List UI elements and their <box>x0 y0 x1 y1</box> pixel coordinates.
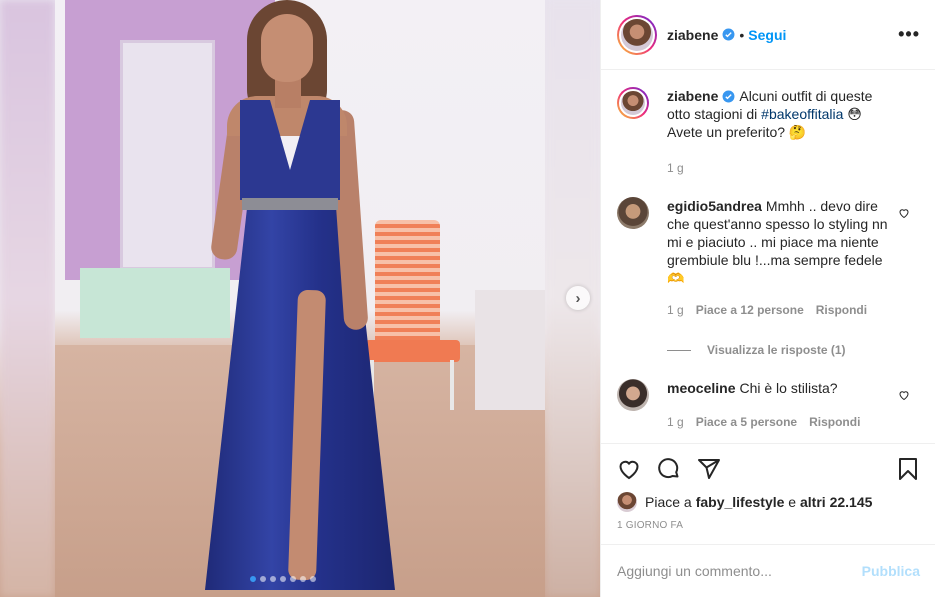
post-photo[interactable] <box>55 0 545 597</box>
comment-time[interactable]: 1 g <box>667 413 684 431</box>
post-comment-button[interactable]: Pubblica <box>862 563 920 579</box>
comment-bubble-icon[interactable] <box>657 457 681 481</box>
like-heart-icon[interactable] <box>617 457 641 481</box>
comment-input[interactable] <box>617 563 862 579</box>
person-in-blue-dress <box>165 0 395 597</box>
avatar[interactable] <box>617 197 649 229</box>
avatar[interactable] <box>617 379 649 411</box>
post-header: ziabene • Segui ••• <box>601 0 935 70</box>
likes-others-link[interactable]: altri 22.145 <box>800 494 872 510</box>
carousel-dot <box>300 576 306 582</box>
share-paper-plane-icon[interactable] <box>697 457 721 481</box>
caption-time[interactable]: 1 g <box>667 159 684 177</box>
view-replies-label: Visualizza le risposte (1) <box>707 343 846 357</box>
carousel-prev-preview <box>0 0 55 597</box>
comment-time[interactable]: 1 g <box>667 301 684 319</box>
carousel-dot <box>310 576 316 582</box>
hashtag-link[interactable]: #bakeoffitalia <box>761 106 843 122</box>
carousel-dot <box>280 576 286 582</box>
chevron-right-icon: › <box>575 289 581 307</box>
likes-prefix: Piace a <box>645 494 692 510</box>
comments-list[interactable]: ziabene Alcuni outfit di queste otto stag… <box>601 71 935 443</box>
follow-button[interactable]: Segui <box>748 27 786 43</box>
post-timestamp[interactable]: 1 GIORNO FA <box>617 520 920 531</box>
avatar[interactable] <box>617 87 649 119</box>
carousel-next-button[interactable]: › <box>566 286 590 310</box>
comment-username[interactable]: meoceline <box>667 380 735 396</box>
heart-icon[interactable] <box>898 207 910 219</box>
carousel-dot <box>270 576 276 582</box>
comment-item: meoceline Chi è lo stilista? 1 g Piace a … <box>617 379 920 431</box>
likes-middle: e <box>784 494 800 510</box>
comment-text: Chi è lo stilista? <box>739 380 838 396</box>
separator-dot: • <box>739 26 745 43</box>
comment-item: egidio5andrea Mmhh .. devo dire che quest… <box>617 197 920 319</box>
add-comment-bar: Pubblica <box>601 544 935 597</box>
view-replies-button[interactable]: Visualizza le risposte (1) <box>667 343 920 357</box>
avatar[interactable] <box>617 14 657 55</box>
reply-button[interactable]: Rispondi <box>809 413 860 431</box>
comment-username[interactable]: egidio5andrea <box>667 198 762 214</box>
post-side-panel: ziabene • Segui ••• ziabene Alcuni outfit… <box>600 0 935 597</box>
reply-button[interactable]: Rispondi <box>816 301 867 319</box>
header-username[interactable]: ziabene <box>667 27 718 43</box>
carousel-dot <box>290 576 296 582</box>
more-options-icon[interactable]: ••• <box>898 24 920 45</box>
verified-badge-icon <box>722 90 735 103</box>
heart-icon[interactable] <box>898 389 910 401</box>
likes-user-link[interactable]: faby_lifestyle <box>696 494 785 510</box>
carousel-dot <box>250 576 256 582</box>
avatar[interactable] <box>617 492 637 512</box>
likes-summary: Piace a faby_lifestyle e altri 22.145 <box>617 492 920 512</box>
verified-badge-icon <box>722 28 735 41</box>
comment-likes[interactable]: Piace a 5 persone <box>696 413 797 431</box>
carousel-dot <box>260 576 266 582</box>
background-table <box>475 290 545 410</box>
carousel-dots <box>250 576 316 582</box>
comment-likes[interactable]: Piace a 12 persone <box>696 301 804 319</box>
caption: ziabene Alcuni outfit di queste otto stag… <box>617 87 920 177</box>
post-media[interactable]: › <box>0 0 600 597</box>
caption-username[interactable]: ziabene <box>667 88 718 104</box>
post-actions: Piace a faby_lifestyle e altri 22.145 1 … <box>601 443 935 544</box>
save-bookmark-icon[interactable] <box>896 457 920 481</box>
